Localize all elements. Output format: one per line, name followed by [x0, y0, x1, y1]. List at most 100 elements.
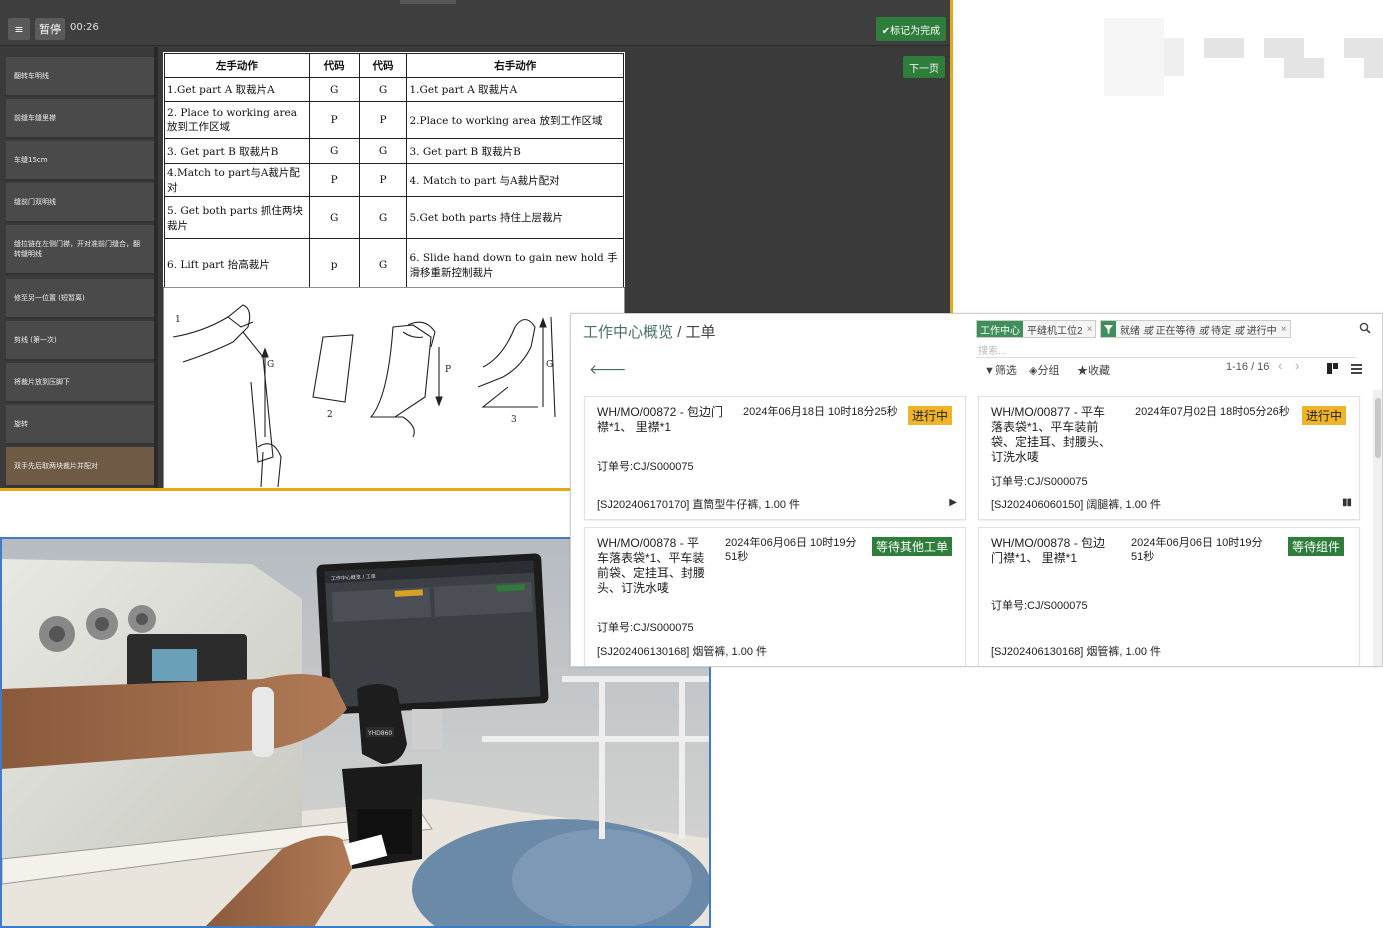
order-number: 订单号:CJ/S000075: [597, 622, 694, 634]
top-bar: ≡ 暂停 00:26 ✔标记为完成: [0, 0, 950, 46]
table-row: 2. Place to working area 放到工作区域 P P 2.Pl…: [164, 101, 624, 139]
breadcrumb-separator: /: [677, 324, 682, 341]
table-row: 3. Get part B 取裁片B G G 3. Get part B 取裁片…: [164, 138, 624, 164]
left-action: 3. Get part B 取裁片B: [164, 138, 310, 164]
work-order-date: 2024年06月18日 10时18分25秒: [743, 406, 898, 418]
instruction-document: 左手动作 代码 代码 右手动作 1.Get part A 取裁片A G G 1.…: [163, 52, 625, 488]
work-order-ref: WH/MO/00878 - 平车落表袋*1、平车装前袋、定挂耳、封腰头、订洗水唛: [597, 536, 706, 595]
work-order-card[interactable]: WH/MO/00878 - 平车落表袋*1、平车装前袋、定挂耳、封腰头、订洗水唛…: [584, 527, 966, 666]
work-order-ref: WH/MO/00877 - 平车落表袋*1、平车装前袋、定挂耳、封腰头、订洗水唛: [991, 405, 1112, 464]
table-row: 4.Match to part与A裁片配对 P P 4. Match to pa…: [164, 163, 624, 197]
back-arrow-icon[interactable]: 🡐: [589, 361, 627, 378]
step-item[interactable]: 将裁片放到压脚下: [6, 363, 154, 403]
pager-prev-icon[interactable]: ‹: [1278, 358, 1282, 373]
step-item[interactable]: 修至另一位置 (短暂离): [6, 279, 154, 319]
figure-label: G: [267, 360, 274, 370]
motion-table: 左手动作 代码 代码 右手动作 1.Get part A 取裁片A G G 1.…: [164, 53, 624, 291]
product-line: [SJ202406130168] 烟管裤, 1.00 件: [991, 646, 1161, 658]
blurred-logo-block: [1284, 58, 1324, 78]
breadcrumb-parent[interactable]: 工作中心概览: [583, 324, 673, 341]
favorites-button[interactable]: ★收藏: [1077, 362, 1110, 378]
search-bar[interactable]: 工作中心 平缝机工位2 × 就绪 或 正在等待 或 待定 或 进行中 × 搜索.…: [976, 318, 1356, 358]
right-code: G: [358, 196, 408, 239]
blurred-logo-block: [1204, 38, 1244, 58]
table-row: 5. Get both parts 抓住两块裁片 G G 5.Get both …: [164, 196, 624, 239]
pager-value[interactable]: 1-16 / 16: [1226, 361, 1269, 373]
figure-label: G: [546, 360, 553, 370]
group-by-button[interactable]: ◈分组: [1029, 362, 1059, 378]
work-order-date: 2024年06月06日 10时19分51秒: [1131, 537, 1263, 563]
work-order-date: 2024年07月02日 18时05分26秒: [1135, 406, 1290, 418]
left-action: 5. Get both parts 抓住两块裁片: [164, 196, 310, 239]
facet-close-icon[interactable]: ×: [1087, 324, 1096, 335]
header-left-hand: 左手动作: [164, 53, 310, 78]
right-action: 5.Get both parts 持住上层裁片: [406, 196, 624, 239]
header-right-hand: 右手动作: [406, 53, 624, 78]
facet-state-filter[interactable]: 就绪 或 正在等待 或 待定 或 进行中 ×: [1100, 320, 1291, 338]
hand-motion-illustration: 1 G 2 P 3 G: [163, 287, 625, 488]
step-item-active[interactable]: 双手先后取两块裁片并配对: [6, 447, 154, 487]
product-line: [SJ202406170170] 直筒型牛仔裤, 1.00 件: [597, 499, 800, 511]
figure-label: 3: [511, 415, 517, 425]
right-code: P: [358, 101, 408, 139]
menu-button[interactable]: ≡: [8, 18, 30, 40]
product-line: [SJ202406130168] 烟管裤, 1.00 件: [597, 646, 767, 658]
work-center-panel: 工作中心概览 / 工单 工作中心 平缝机工位2 × 就绪 或 正在等待 或 待定…: [570, 313, 1383, 667]
left-code: P: [308, 163, 360, 197]
table-row: 6. Lift part 抬高裁片 p G 6. Slide hand down…: [164, 238, 624, 291]
search-input[interactable]: 搜索...: [978, 342, 1006, 357]
step-item[interactable]: 前缝车缝里襟: [6, 99, 154, 139]
facet-close-icon[interactable]: ×: [1281, 324, 1290, 335]
step-item[interactable]: 缝拉链在左侧门襟，开对准前门缝合，翻转缝明线: [6, 225, 154, 275]
play-icon[interactable]: ▶: [949, 497, 957, 508]
facet-work-center[interactable]: 工作中心 平缝机工位2 ×: [976, 320, 1097, 338]
next-page-button[interactable]: 下一页: [903, 56, 945, 78]
left-action: 1.Get part A 取裁片A: [164, 77, 310, 102]
pause-button[interactable]: 暂停: [35, 18, 65, 40]
filter-button[interactable]: ▼筛选: [984, 362, 1017, 378]
work-order-card[interactable]: WH/MO/00872 - 包边门襟*1、 里襟*1 2024年06月18日 1…: [584, 396, 966, 520]
mark-complete-button[interactable]: ✔标记为完成: [876, 17, 946, 41]
search-icon[interactable]: [1359, 321, 1371, 339]
step-item[interactable]: 旋转: [6, 405, 154, 445]
blurred-logo-block: [1364, 58, 1383, 78]
scrollbar-thumb[interactable]: [1375, 398, 1381, 458]
timer: 00:26: [70, 22, 99, 33]
blurred-logo-block: [1164, 38, 1184, 76]
pager-next-icon[interactable]: ›: [1295, 358, 1299, 373]
left-code: G: [308, 196, 360, 239]
left-code: P: [308, 101, 360, 139]
step-item[interactable]: 翻转车明线: [6, 57, 154, 97]
table-row: 1.Get part A 取裁片A G G 1.Get part A 取裁片A: [164, 77, 624, 102]
order-number: 订单号:CJ/S000075: [991, 600, 1088, 612]
facet-value: 平缝机工位2: [1027, 325, 1083, 337]
star-icon: ★: [1077, 365, 1088, 377]
right-action: 1.Get part A 取裁片A: [406, 77, 624, 102]
work-order-card[interactable]: WH/MO/00878 - 包边门襟*1、 里襟*1 2024年06月06日 1…: [978, 527, 1360, 666]
left-code: G: [308, 77, 360, 102]
status-badge: 进行中: [908, 406, 953, 425]
step-item[interactable]: 剪线 (第一次): [6, 321, 154, 361]
order-number: 订单号:CJ/S000075: [991, 476, 1088, 488]
header-code-left: 代码: [308, 53, 360, 78]
filter-icon: ▼: [984, 365, 995, 377]
list-view-icon[interactable]: [1351, 361, 1362, 379]
blurred-logo-block: [1264, 38, 1304, 58]
left-code: p: [308, 238, 360, 291]
kanban-view-icon[interactable]: [1327, 361, 1338, 379]
right-code: G: [358, 238, 408, 291]
step-item[interactable]: 车缝15cm: [6, 141, 154, 181]
figure-label: P: [445, 365, 451, 375]
step-item[interactable]: 缝前门双明线: [6, 183, 154, 223]
scrollbar[interactable]: [1373, 390, 1382, 666]
product-line: [SJ202406060150] 阔腿裤, 1.00 件: [991, 499, 1161, 511]
figure-label: 2: [327, 410, 333, 420]
work-order-card[interactable]: WH/MO/00877 - 平车落表袋*1、平车装前袋、定挂耳、封腰头、订洗水唛…: [978, 396, 1360, 520]
header-code-right: 代码: [358, 53, 408, 78]
status-badge: 等待组件: [1288, 537, 1345, 556]
pause-icon[interactable]: ▮▮: [1342, 497, 1352, 508]
status-badge: 等待其他工单: [872, 537, 953, 556]
breadcrumb: 工作中心概览 / 工单: [583, 321, 716, 342]
step-sidebar: 翻转车明线 前缝车缝里襟 车缝15cm 缝前门双明线 缝拉链在左侧门襟，开对准前…: [0, 47, 158, 488]
facet-tag: 工作中心: [977, 321, 1023, 337]
